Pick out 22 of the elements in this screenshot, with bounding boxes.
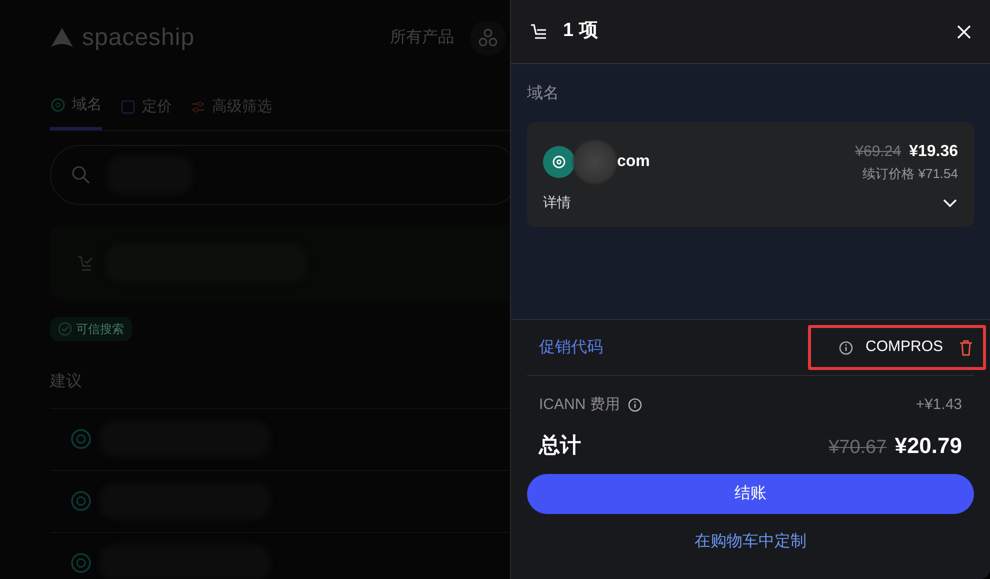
checkout-button[interactable]: 结账 [527,474,974,514]
total-label: 总计 [539,432,581,458]
cart-title: 1 项 [563,19,598,44]
promo-code-link[interactable]: 促销代码 [539,336,603,360]
customize-link[interactable]: 在购物车中定制 [694,533,806,550]
fee-amount: +¥1.43 [916,395,962,415]
domain-tld: com [617,152,650,172]
section-label: 域名 [527,84,560,104]
details-label: 详情 [543,193,571,212]
total-amount: ¥20.79 [894,432,962,458]
details-toggle[interactable]: 详情 [543,192,958,213]
promo-code: COMPROS [865,337,943,358]
fee-label: ICANN 费用 [539,395,620,415]
section-title: 建议 [50,372,83,392]
trust-badge: 可信搜索 [50,316,132,340]
nav-link[interactable]: 所有产品 [390,26,454,50]
price: ¥19.36 [909,143,958,160]
logo-text[interactable]: spaceship [82,20,195,56]
original-price: ¥69.24 [855,143,902,160]
tab[interactable]: 域名 [50,94,102,130]
renewal-price: 续订价格 ¥71.54 [862,165,958,184]
original-total: ¥70.67 [828,436,887,458]
